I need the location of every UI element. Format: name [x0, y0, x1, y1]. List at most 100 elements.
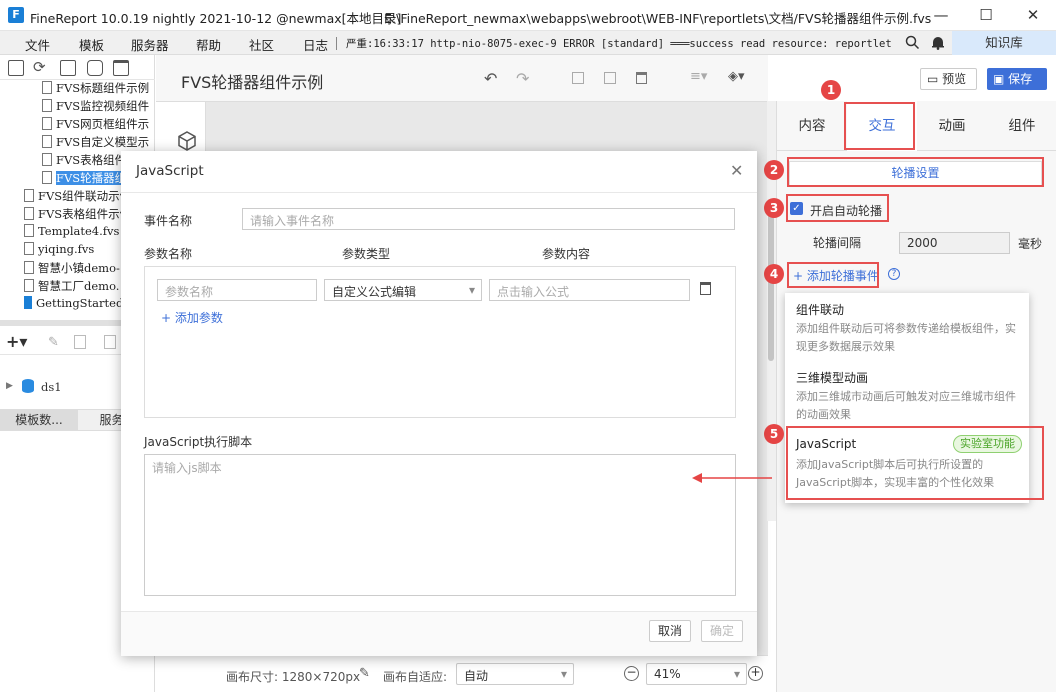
tree-item[interactable]: FVS表格组件 — [42, 152, 126, 170]
menu-item-3d-animation[interactable]: 三维模型动画 添加三维城市动画后可触发对应三维城市组件的动画效果 — [785, 361, 1029, 429]
preview-button[interactable]: ▭ 预览 — [920, 68, 977, 90]
layer-icon[interactable]: ◈▾ — [728, 69, 745, 84]
callout-5: 5 — [764, 424, 784, 444]
undo-icon[interactable]: ↶ — [484, 69, 497, 88]
param-type-select[interactable]: 自定义公式编辑 ▾ — [324, 279, 482, 301]
file-icon — [24, 279, 34, 292]
align-icon[interactable]: ≡▾ — [690, 69, 707, 84]
file-icon — [24, 296, 32, 309]
bell-icon[interactable] — [931, 35, 945, 50]
menu-item-component-linkage[interactable]: 组件联动 添加组件联动后可将参数传递给模板组件，实现更多数据展示效果 — [785, 293, 1029, 361]
tab-component[interactable]: 组件 — [987, 101, 1056, 151]
preview-data-icon[interactable] — [104, 335, 116, 349]
menu-server[interactable]: 服务器 — [131, 35, 169, 54]
menu-community[interactable]: 社区 — [249, 35, 274, 54]
add-param-button[interactable]: + 添加参数 — [161, 309, 223, 326]
help-icon[interactable]: ? — [888, 268, 900, 280]
log-label[interactable]: 日志 — [303, 35, 328, 54]
tree-item[interactable]: FVS组件联动示例 — [24, 188, 131, 206]
file-icon — [24, 242, 34, 255]
callout-2: 2 — [764, 160, 784, 180]
param-table: 参数名称 自定义公式编辑 ▾ 点击输入公式 + 添加参数 — [144, 266, 736, 418]
delete-icon[interactable] — [74, 335, 86, 349]
file-icon — [24, 189, 34, 202]
file-icon — [42, 153, 52, 166]
add-datasource-icon[interactable]: +▾ — [6, 332, 27, 351]
script-textarea[interactable]: 请输入js脚本 — [144, 454, 736, 596]
edit-size-icon[interactable]: ✎ — [359, 666, 370, 681]
minimize-button[interactable]: — — [926, 4, 956, 26]
cube-icon[interactable] — [176, 130, 198, 152]
zoom-out-icon[interactable]: − — [624, 666, 639, 681]
param-name-input[interactable]: 参数名称 — [157, 279, 317, 301]
editor-toolbar: FVS轮播器组件示例 ↶ ↷ ≡▾ ◈▾ — [156, 55, 768, 102]
close-icon[interactable]: ✕ — [730, 161, 743, 180]
datasource-item[interactable]: ds1 — [41, 380, 62, 394]
highlight-box-interaction-tab — [844, 102, 915, 150]
settings-icon[interactable] — [87, 60, 103, 76]
redo-icon[interactable]: ↷ — [516, 69, 529, 88]
callout-4: 4 — [764, 264, 784, 284]
param-content-input[interactable]: 点击输入公式 — [489, 279, 690, 301]
copy-icon[interactable] — [572, 72, 584, 84]
tab-animation[interactable]: 动画 — [917, 101, 987, 151]
zoom-select[interactable]: 41% ▾ — [646, 663, 747, 685]
tree-item[interactable]: 智慧小镇demo- — [24, 260, 120, 278]
param-type-header: 参数类型 — [342, 247, 391, 261]
refresh-icon[interactable]: ⟳ — [33, 58, 46, 76]
tree-item[interactable]: FVS标题组件示例 — [42, 80, 149, 98]
confirm-button[interactable]: 确定 — [701, 620, 743, 642]
tree-item-selected[interactable]: FVS轮播器组 — [42, 170, 122, 188]
tree-item[interactable]: FVS监控视频组件 — [42, 98, 149, 116]
tab-template-data[interactable]: 模板数... — [0, 410, 78, 430]
param-name-header: 参数名称 — [144, 247, 193, 261]
log-message[interactable]: 严重:16:33:17 http-nio-8075-exec-9 ERROR [… — [346, 36, 891, 51]
knowledge-base-button[interactable]: 知识库 — [952, 31, 1056, 55]
paste-icon[interactable] — [604, 72, 616, 84]
tree-item[interactable]: Template4.fvs — [24, 224, 119, 242]
chevron-down-icon: ▾ — [468, 283, 475, 297]
menu-template[interactable]: 模板 — [79, 35, 104, 54]
script-label: JavaScript执行脚本 — [144, 435, 253, 449]
delete-icon[interactable] — [636, 72, 647, 84]
tree-item[interactable]: FVS网页框组件示 — [42, 116, 149, 134]
expand-arrow-icon[interactable]: ▶ — [6, 381, 13, 391]
highlight-box-add-event — [787, 262, 879, 288]
delete-param-icon[interactable] — [700, 282, 711, 295]
save-button[interactable]: ▣ 保存 — [987, 68, 1047, 90]
tree-item[interactable]: GettingStarted — [24, 296, 123, 314]
app-logo-icon: F — [8, 7, 24, 23]
locate-icon[interactable] — [60, 60, 76, 76]
maximize-button[interactable]: ☐ — [971, 4, 1001, 26]
edit-icon[interactable]: ✎ — [48, 335, 59, 350]
tree-item[interactable]: yiqing.fvs — [24, 242, 94, 260]
event-name-input[interactable]: 请输入事件名称 — [242, 208, 735, 230]
zoom-in-icon[interactable]: + — [748, 666, 763, 681]
tab-content[interactable]: 内容 — [777, 101, 847, 151]
property-tabs: 内容 交互 动画 组件 — [777, 101, 1056, 151]
carousel-interval-input[interactable]: 2000 — [899, 232, 1010, 254]
tree-item[interactable]: FVS表格组件示例 — [24, 206, 131, 224]
tree-item[interactable]: 智慧工厂demo. — [24, 278, 119, 296]
file-icon — [42, 135, 52, 148]
document-title: FVS轮播器组件示例 — [181, 73, 324, 92]
tree-item[interactable]: FVS自定义模型示 — [42, 134, 149, 152]
new-folder-icon[interactable] — [8, 60, 24, 76]
editor-bottom-bar: 画布尺寸: 1280×720px ✎ 画布自适应: 自动 ▾ − 41% ▾ + — [156, 655, 768, 692]
close-window-button[interactable]: ✕ — [1018, 4, 1048, 26]
search-icon[interactable] — [905, 35, 920, 50]
delete-icon[interactable] — [113, 60, 129, 76]
tree-toolbar: ⟳ — [0, 55, 155, 80]
menu-file[interactable]: 文件 — [25, 35, 50, 54]
callout-3: 3 — [764, 198, 784, 218]
canvas-adaptive-select[interactable]: 自动 ▾ — [456, 663, 574, 685]
carousel-interval-label: 轮播间隔 — [813, 236, 862, 250]
file-icon — [42, 81, 52, 94]
cancel-button[interactable]: 取消 — [649, 620, 691, 642]
javascript-dialog: JavaScript ✕ 事件名称 请输入事件名称 参数名称 参数类型 参数内容… — [121, 151, 757, 656]
app-title: FineReport 10.0.19 nightly 2021-10-12 @n… — [30, 11, 402, 26]
scrollbar-thumb[interactable] — [768, 211, 774, 361]
file-icon — [24, 224, 34, 237]
file-icon — [42, 117, 52, 130]
menu-help[interactable]: 帮助 — [196, 35, 221, 54]
